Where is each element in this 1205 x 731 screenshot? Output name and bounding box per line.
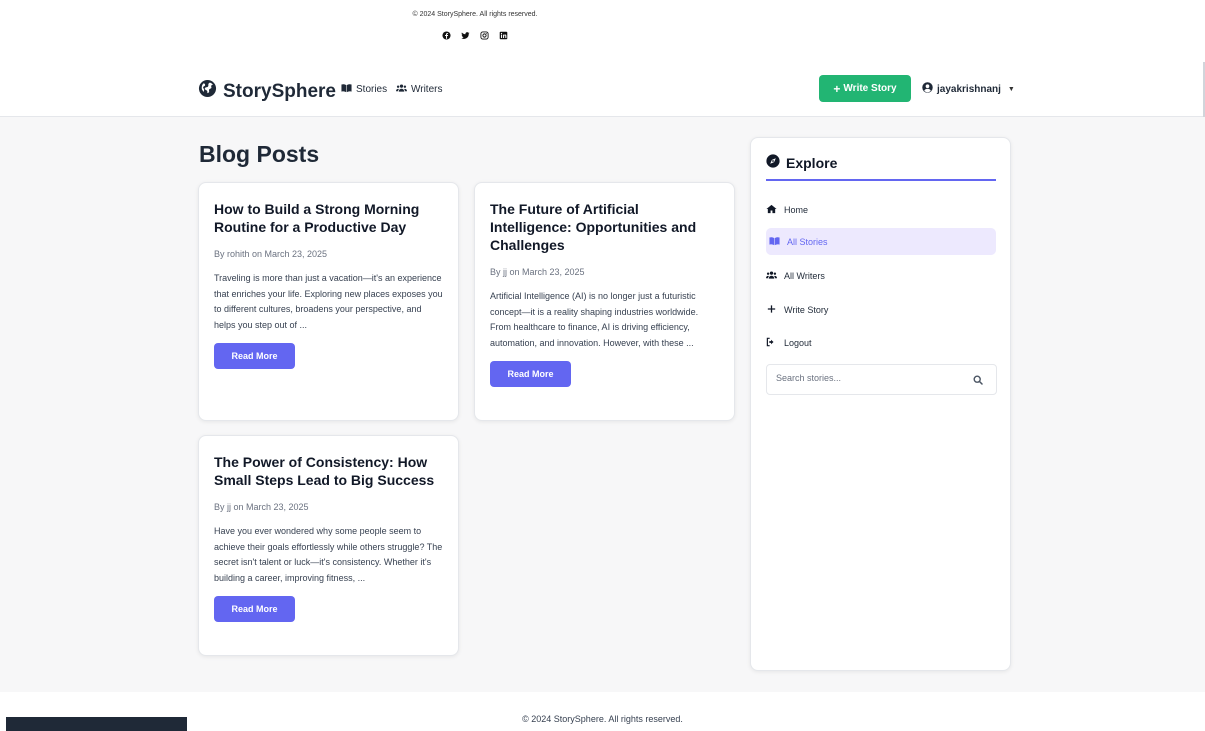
users-icon	[396, 83, 407, 96]
post-title[interactable]: The Power of Consistency: How Small Step…	[214, 453, 443, 489]
write-story-button[interactable]: + Write Story	[819, 75, 911, 102]
post-card: How to Build a Strong Morning Routine fo…	[198, 182, 459, 421]
sidebar-item-label: Logout	[784, 337, 812, 348]
navbar: StorySphere Stories Writers + Write Stor…	[0, 62, 1205, 117]
nav-writers-link[interactable]: Writers	[396, 83, 442, 96]
post-meta: By jj on March 23, 2025	[490, 267, 585, 277]
post-excerpt: Have you ever wondered why some people s…	[214, 526, 443, 583]
post-meta: By jj on March 23, 2025	[214, 502, 309, 512]
sidebar-item-logout[interactable]: Logout	[766, 329, 996, 356]
globe-icon	[198, 79, 217, 104]
home-icon	[766, 204, 777, 216]
search-box	[766, 364, 997, 395]
post-title[interactable]: The Future of Artificial Intelligence: O…	[490, 200, 719, 254]
nav-stories-link[interactable]: Stories	[341, 83, 387, 96]
search-input[interactable]	[776, 373, 966, 383]
write-story-label: Write Story	[843, 83, 897, 94]
sidebar-item-label: All Writers	[784, 270, 825, 281]
logout-icon	[766, 337, 777, 349]
nav-stories-label: Stories	[356, 84, 388, 95]
sidebar-item-all-writers[interactable]: All Writers	[766, 262, 996, 289]
post-card: The Power of Consistency: How Small Step…	[198, 435, 459, 656]
sidebar-item-home[interactable]: Home	[766, 196, 996, 223]
top-strip: © 2024 StorySphere. All rights reserved.	[0, 0, 950, 60]
search-icon[interactable]	[973, 375, 983, 385]
explore-title: Explore	[786, 154, 838, 171]
explore-sidebar: Explore Home All Stories All Writers Wri…	[750, 137, 1011, 671]
sidebar-item-label: All Stories	[787, 236, 828, 247]
top-copyright: © 2024 StorySphere. All rights reserved.	[412, 11, 538, 18]
post-card: The Future of Artificial Intelligence: O…	[474, 182, 735, 421]
plus-icon: +	[833, 81, 841, 96]
book-icon	[341, 83, 352, 96]
twitter-icon[interactable]	[461, 31, 470, 40]
brand-logo[interactable]: StorySphere	[198, 79, 336, 104]
facebook-icon[interactable]	[442, 31, 451, 40]
user-circle-icon	[922, 82, 933, 96]
user-dropdown[interactable]: jayakrishnanj ▼	[922, 82, 1015, 96]
read-more-button[interactable]: Read More	[214, 596, 295, 622]
page-title: Blog Posts	[199, 141, 320, 167]
explore-heading: Explore	[766, 154, 996, 181]
main-content: Blog Posts How to Build a Strong Morning…	[0, 117, 1205, 692]
social-links	[0, 31, 950, 40]
post-excerpt: Traveling is more than just a vacation—i…	[214, 273, 443, 330]
username: jayakrishnanj	[937, 83, 1001, 95]
sidebar-item-write-story[interactable]: Write Story	[766, 296, 996, 323]
chevron-down-icon: ▼	[1007, 85, 1015, 93]
browser-status-bar	[6, 717, 187, 731]
sidebar-item-label: Write Story	[784, 304, 829, 315]
sidebar-item-label: Home	[784, 204, 809, 215]
book-icon	[769, 236, 780, 248]
compass-icon	[766, 154, 780, 171]
read-more-button[interactable]: Read More	[214, 343, 295, 369]
read-more-button[interactable]: Read More	[490, 361, 571, 387]
brand-name: StorySphere	[223, 80, 336, 102]
post-meta: By rohith on March 23, 2025	[214, 249, 328, 259]
linkedin-icon[interactable]	[499, 31, 508, 40]
footer: © 2024 StorySphere. All rights reserved.	[0, 692, 1205, 731]
post-title[interactable]: How to Build a Strong Morning Routine fo…	[214, 200, 443, 236]
users-icon	[766, 270, 777, 282]
plus-icon	[766, 304, 777, 316]
instagram-icon[interactable]	[480, 31, 489, 40]
nav-writers-label: Writers	[411, 84, 443, 95]
post-excerpt: Artificial Intelligence (AI) is no longe…	[490, 291, 699, 348]
sidebar-item-all-stories[interactable]: All Stories	[766, 228, 996, 255]
